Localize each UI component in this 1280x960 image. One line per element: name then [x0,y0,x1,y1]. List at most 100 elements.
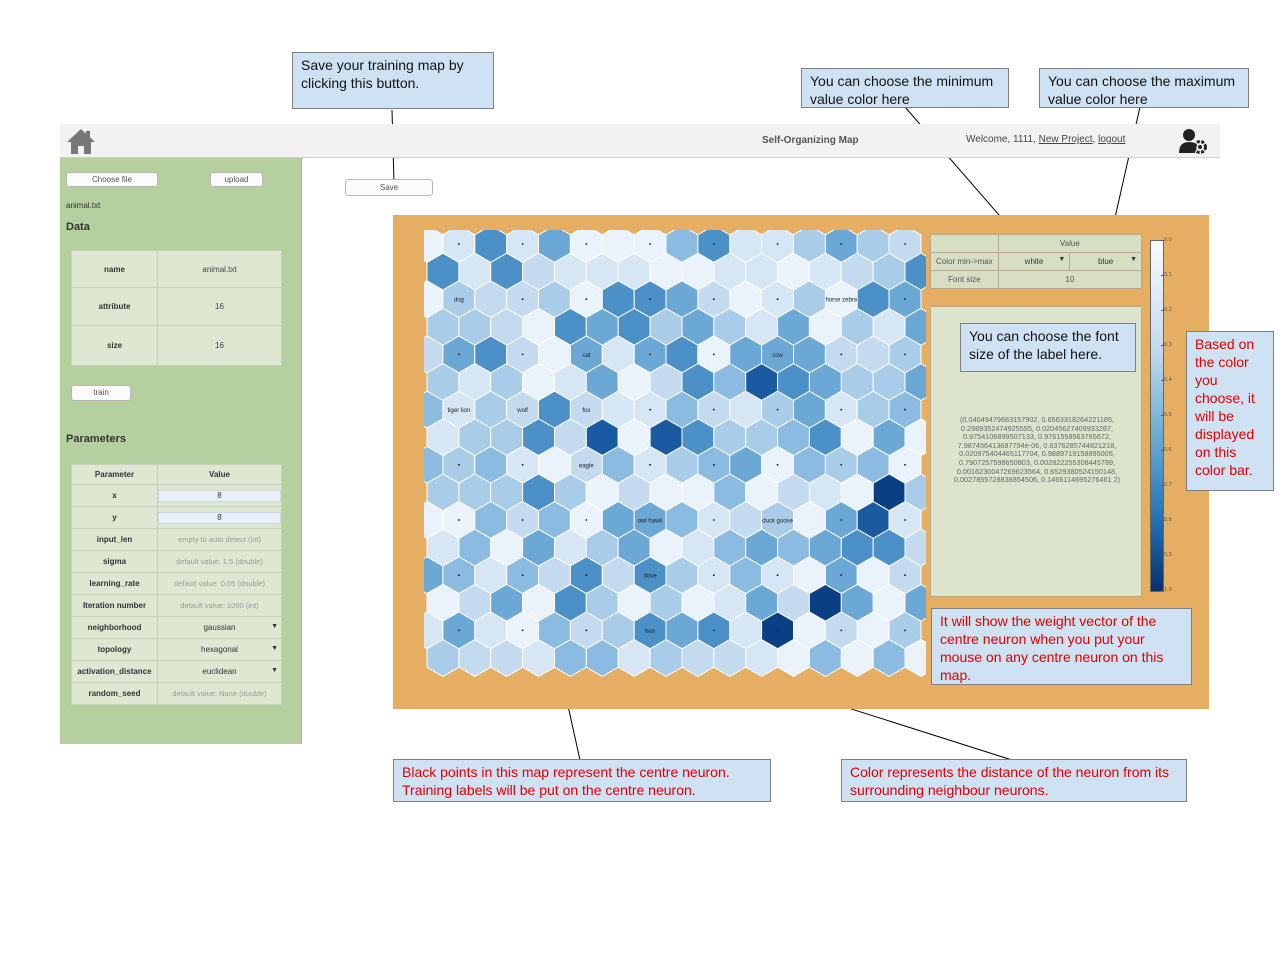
data-table: name animal.txt attribute 16 size 16 [71,250,282,366]
centre-neuron-dot[interactable] [904,298,906,301]
activation-distance-select[interactable]: euclidean ▼ [158,667,281,676]
param-row-activation: activation_distance euclidean ▼ [71,660,282,683]
data-value: 16 [157,287,282,326]
param-row-iteration: Iteration number default value: 1000 (int… [71,594,282,617]
centre-neuron-dot[interactable] [840,574,843,577]
centre-neuron-dot[interactable] [649,463,651,466]
centre-neuron-dot[interactable] [521,243,524,245]
centre-neuron-dot[interactable] [649,353,651,356]
centre-neuron-dot[interactable] [904,519,906,521]
centre-neuron-dot[interactable] [457,243,460,245]
centre-neuron-dot[interactable] [585,629,588,632]
centre-neuron-dot[interactable] [649,298,651,301]
centre-neuron-dot[interactable] [457,629,460,632]
centre-neuron-dot[interactable] [521,629,524,632]
centre-neuron-dot[interactable] [521,519,524,521]
centre-neuron-dot[interactable] [585,574,588,577]
centre-neuron-dot[interactable] [840,519,843,521]
home-icon[interactable] [66,127,96,155]
centre-neuron-dot[interactable] [649,408,651,411]
empty-header [930,234,999,253]
centre-neuron-dot[interactable] [904,629,906,632]
select-value: euclidean [202,667,237,676]
centre-neuron-dot[interactable] [840,408,843,411]
neighborhood-select[interactable]: gaussian ▼ [158,623,281,632]
color-bar-tick: 0.9 [1161,552,1172,558]
train-button[interactable]: train [71,385,131,401]
centre-neuron-dot[interactable] [904,243,906,245]
param-row-random-seed: random_seed default value: None (double) [71,682,282,705]
save-button[interactable]: Save [345,179,433,196]
neuron-label: owl hawk [638,519,664,525]
param-label: learning_rate [71,572,158,595]
hex-som-map[interactable]: dog horse zebra cat cow tiger lion wolf fox eag… [424,230,926,688]
y-input[interactable]: 8 [158,511,281,524]
x-input[interactable]: 8 [158,489,281,502]
input-len-field[interactable]: empty to auto detect (int) [178,535,261,544]
topology-select[interactable]: hexagonal ▼ [158,645,281,654]
centre-neuron-dot[interactable] [585,298,588,301]
neuron-label: hen [645,629,655,635]
centre-neuron-dot[interactable] [585,243,588,245]
centre-neuron-dot[interactable] [712,629,715,632]
centre-neuron-dot[interactable] [457,574,460,577]
separator: , [1092,134,1096,145]
centre-neuron-dot[interactable] [840,243,843,245]
random-seed-field[interactable]: default value: None (double) [172,689,266,698]
centre-neuron-dot[interactable] [904,463,906,466]
choose-file-button[interactable]: Choose file [66,172,158,187]
centre-neuron-dot[interactable] [712,408,715,411]
centre-neuron-dot[interactable] [585,519,588,521]
min-color-select[interactable]: white ▼ [997,252,1071,271]
centre-neuron-dot[interactable] [776,574,779,577]
centre-neuron-dot[interactable] [649,243,651,245]
param-row-topology: topology hexagonal ▼ [71,638,282,661]
data-row: attribute 16 [71,287,282,326]
centre-neuron-dot[interactable] [712,243,715,245]
chevron-down-icon: ▼ [1058,256,1066,263]
iteration-field[interactable]: default value: 1000 (int) [180,601,258,610]
centre-neuron-dot[interactable] [521,298,524,301]
centre-neuron-dot[interactable] [840,353,843,356]
map-settings-table: Value Color min->max white ▼ blue ▼ Font s… [930,234,1143,289]
logout-link[interactable]: logout [1098,134,1125,145]
callout-font-size: You can choose the font size of the labe… [960,323,1136,372]
centre-neuron-dot[interactable] [457,519,460,521]
centre-neuron-dot[interactable] [712,463,715,466]
new-project-link[interactable]: New Project [1039,134,1093,145]
centre-neuron-dot[interactable] [904,353,906,356]
centre-neuron-dot[interactable] [776,629,779,632]
centre-neuron-dot[interactable] [521,463,524,466]
max-color-select[interactable]: blue ▼ [1069,252,1142,271]
font-size-input[interactable]: 10 [997,270,1143,289]
centre-neuron-dot[interactable] [776,463,779,466]
centre-neuron-dot[interactable] [840,463,843,466]
centre-neuron-dot[interactable] [521,353,524,356]
sigma-field[interactable]: default value: 1.5 (double) [176,557,263,566]
centre-neuron-dot[interactable] [904,574,906,577]
data-section-title: Data [66,221,90,233]
learning-rate-field[interactable]: default value: 0.05 (double) [174,579,265,588]
centre-neuron-dot[interactable] [776,408,779,411]
centre-neuron-dot[interactable] [712,519,715,521]
color-bar [1150,240,1164,592]
upload-button[interactable]: upload [210,172,263,187]
centre-neuron-dot[interactable] [457,353,460,356]
centre-neuron-dot[interactable] [712,574,715,577]
centre-neuron-dot[interactable] [776,243,779,245]
param-row-neighborhood: neighborhood gaussian ▼ [71,616,282,639]
chevron-down-icon: ▼ [1130,256,1137,263]
hex-grid[interactable]: dog horse zebra cat cow tiger lion wolf fox eag… [424,230,926,688]
left-sidebar: Choose file upload animal.txt Data name a… [60,158,302,744]
centre-neuron-dot[interactable] [776,298,779,301]
centre-neuron-dot[interactable] [712,298,715,301]
callout-save: Save your training map by clicking this … [292,52,494,109]
centre-neuron-dot[interactable] [904,408,906,411]
top-navbar: Self-Organizing Map Welcome, 1111, New P… [60,124,1220,158]
user-settings-icon[interactable] [1178,128,1208,154]
centre-neuron-dot[interactable] [457,463,460,466]
centre-neuron-dot[interactable] [840,629,843,632]
centre-neuron-dot[interactable] [712,353,715,356]
neuron-label: cat [582,353,590,359]
centre-neuron-dot[interactable] [521,574,524,577]
